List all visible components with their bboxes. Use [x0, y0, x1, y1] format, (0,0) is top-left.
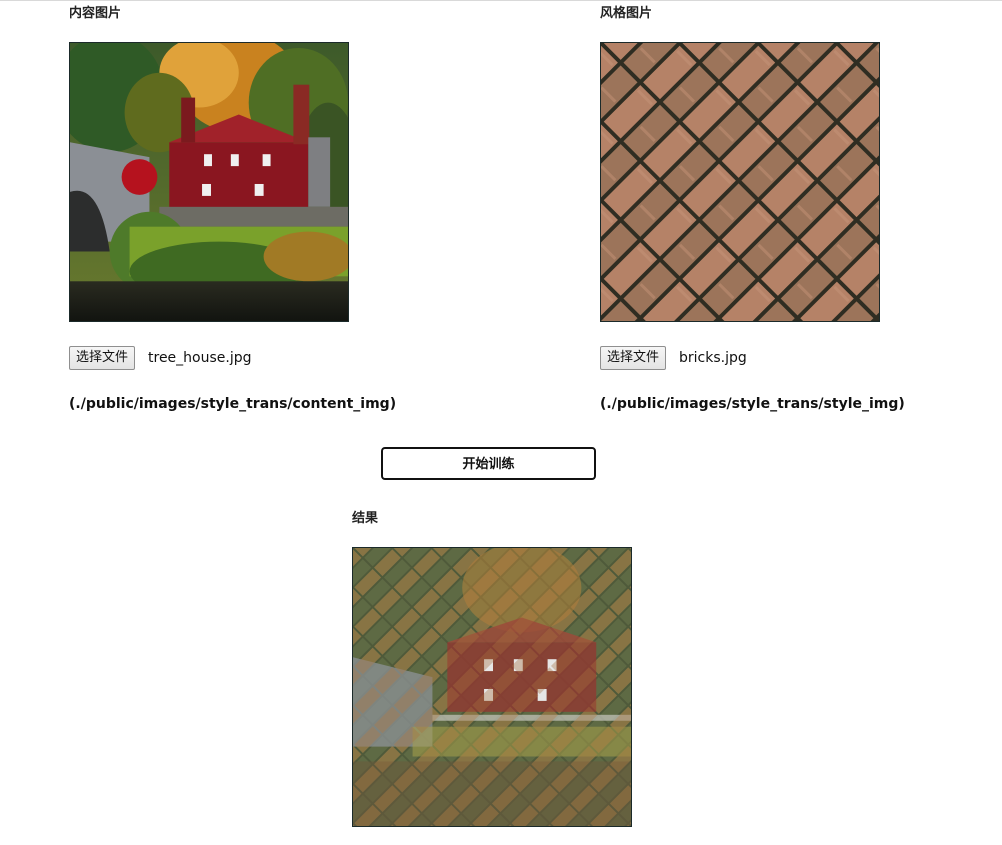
style-image-title: 风格图片 [600, 6, 653, 21]
style-image [600, 42, 880, 322]
start-training-button[interactable]: 开始训练 [381, 447, 596, 480]
content-image-title: 内容图片 [69, 6, 122, 21]
result-title: 结果 [352, 511, 379, 526]
content-image-path: (./public/images/style_trans/content_img… [69, 396, 397, 412]
content-image [69, 42, 349, 322]
result-image [352, 547, 632, 827]
top-divider [0, 0, 1002, 1]
style-file-name: bricks.jpg [679, 350, 747, 366]
style-choose-file-button[interactable]: 选择文件 [600, 346, 667, 370]
style-image-path: (./public/images/style_trans/style_img) [600, 396, 905, 412]
content-choose-file-button[interactable]: 选择文件 [69, 346, 136, 370]
content-file-name: tree_house.jpg [148, 350, 252, 366]
